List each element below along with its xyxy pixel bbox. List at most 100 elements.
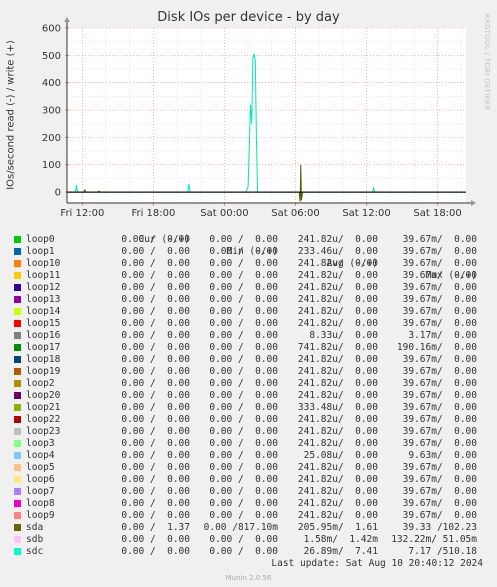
x-tick-label: Sat 12:00 <box>342 208 390 219</box>
legend-cur-value: 0.00 / 0.00 <box>121 246 190 257</box>
legend-avg-value: 241.82u/ 0.00 <box>297 474 378 485</box>
legend-swatch <box>14 476 21 483</box>
y-tick-label: 400 <box>42 78 61 89</box>
legend-row-loop15: loop15 0.00 / 0.00 0.00 / 0.00 241.82u/ 0.0… <box>12 318 487 330</box>
legend-row-loop18: loop18 0.00 / 0.00 0.00 / 0.00 241.82u/ 0.0… <box>12 354 487 366</box>
y-tick-label: 200 <box>42 133 61 144</box>
legend-swatch <box>14 536 21 543</box>
legend-row-loop14: loop14 0.00 / 0.00 0.00 / 0.00 241.82u/ 0.0… <box>12 306 487 318</box>
legend-cur-value: 0.00 / 0.00 <box>121 402 190 413</box>
legend-cur-value: 0.00 / 0.00 <box>121 330 190 341</box>
y-tick-label: 600 <box>42 24 61 35</box>
legend-row-loop2: loop2 0.00 / 0.00 0.00 / 0.00 241.82u/ 0.00… <box>12 378 487 390</box>
legend-swatch <box>14 332 21 339</box>
legend-cur-value: 0.00 / 0.00 <box>121 474 190 485</box>
legend-cur-value: 0.00 / 0.00 <box>121 462 190 473</box>
legend-min-value: 0.00 / 0.00 <box>209 510 278 521</box>
legend-swatch <box>14 524 21 531</box>
legend-device-name: loop19 <box>26 366 61 377</box>
legend-avg-value: 26.89m/ 7.41 <box>303 546 378 557</box>
legend-device-name: loop16 <box>26 330 61 341</box>
legend-avg-value: 205.95m/ 1.61 <box>297 522 378 533</box>
legend-max-value: 39.67m/ 0.00 <box>402 246 477 257</box>
legend-min-value: 0.00 / 0.00 <box>209 378 278 389</box>
legend-row-loop13: loop13 0.00 / 0.00 0.00 / 0.00 241.82u/ 0.0… <box>12 294 487 306</box>
legend-swatch <box>14 452 21 459</box>
legend-device-name: loop1 <box>26 246 55 257</box>
legend-max-value: 39.67m/ 0.00 <box>402 282 477 293</box>
legend-swatch <box>14 272 21 279</box>
legend-min-value: 0.00 / 0.00 <box>209 402 278 413</box>
legend-max-value: 39.67m/ 0.00 <box>402 258 477 269</box>
legend-row-loop7: loop7 0.00 / 0.00 0.00 / 0.00 241.82u/ 0.00… <box>12 486 487 498</box>
legend-device-name: loop11 <box>26 270 61 281</box>
legend-min-value: 0.00 / 0.00 <box>209 366 278 377</box>
legend-min-value: 0.00 / 0.00 <box>209 318 278 329</box>
legend-device-name: sdb <box>26 534 44 545</box>
legend-max-value: 9.63m/ 0.00 <box>408 450 477 461</box>
legend-cur-value: 0.00 / 0.00 <box>121 258 190 269</box>
legend-device-name: loop18 <box>26 354 61 365</box>
x-tick-label: Sat 18:00 <box>413 208 461 219</box>
legend-swatch <box>14 440 21 447</box>
legend-max-value: 7.17 /510.18 <box>408 546 477 557</box>
legend-row-loop17: loop17 0.00 / 0.00 0.00 / 0.00 741.82u/ 0.0… <box>12 342 487 354</box>
legend-avg-value: 241.82u/ 0.00 <box>297 438 378 449</box>
legend-max-value: 39.67m/ 0.00 <box>402 366 477 377</box>
legend-avg-value: 241.82u/ 0.00 <box>297 378 378 389</box>
plot-area <box>67 28 466 203</box>
munin-version: Munin 2.0.56 <box>225 574 272 582</box>
legend-avg-value: 241.82u/ 0.00 <box>297 234 378 245</box>
legend-min-value: 0.00 / 0.00 <box>209 330 278 341</box>
x-tick-label: Fri 12:00 <box>60 208 104 219</box>
legend-avg-value: 241.82u/ 0.00 <box>297 306 378 317</box>
legend-max-value: 190.16m/ 0.00 <box>396 342 477 353</box>
legend-min-value: 0.00 / 0.00 <box>209 474 278 485</box>
legend-swatch <box>14 248 21 255</box>
legend-avg-value: 333.48u/ 0.00 <box>297 402 378 413</box>
y-tick-label: 100 <box>42 160 61 171</box>
legend-min-value: 0.00 / 0.00 <box>209 414 278 425</box>
legend-cur-value: 0.00 / 0.00 <box>121 354 190 365</box>
legend-avg-value: 241.82u/ 0.00 <box>297 486 378 497</box>
legend-row-loop12: loop12 0.00 / 0.00 0.00 / 0.00 241.82u/ 0.0… <box>12 282 487 294</box>
legend-row-loop0: loop0 0.00 / 0.00 0.00 / 0.00 241.82u/ 0.00… <box>12 234 487 246</box>
legend-cur-value: 0.00 / 0.00 <box>121 306 190 317</box>
legend-device-name: sda <box>26 522 44 533</box>
legend-cur-value: 0.00 / 0.00 <box>121 294 190 305</box>
disk-io-chart: 600 500 400 300 200 100 0 Fri 12:00 Fri 18:00 Sat… <box>42 17 476 219</box>
legend-avg-value: 241.82u/ 0.00 <box>297 426 378 437</box>
legend-max-value: 39.67m/ 0.00 <box>402 318 477 329</box>
legend-min-value: 0.00 / 0.00 <box>209 426 278 437</box>
legend-min-value: 0.00 / 0.00 <box>209 258 278 269</box>
legend-avg-value: 241.82u/ 0.00 <box>297 294 378 305</box>
legend-avg-value: 241.82u/ 0.00 <box>297 354 378 365</box>
legend-max-value: 3.17m/ 0.00 <box>408 330 477 341</box>
legend-swatch <box>14 284 21 291</box>
legend-row-loop6: loop6 0.00 / 0.00 0.00 / 0.00 241.82u/ 0.00… <box>12 474 487 486</box>
legend-max-value: 39.67m/ 0.00 <box>402 294 477 305</box>
legend-row-loop22: loop22 0.00 / 0.00 0.00 / 0.00 241.82u/ 0.0… <box>12 414 487 426</box>
legend-avg-value: 241.82u/ 0.00 <box>297 318 378 329</box>
legend-device-name: loop22 <box>26 414 61 425</box>
legend-cur-value: 0.00 / 0.00 <box>121 486 190 497</box>
legend-device-name: loop7 <box>26 486 55 497</box>
y-tick-label: 500 <box>42 51 61 62</box>
legend-avg-value: 241.82u/ 0.00 <box>297 282 378 293</box>
y-axis-arrow <box>64 17 70 22</box>
legend-cur-value: 0.00 / 0.00 <box>121 450 190 461</box>
legend-row-loop11: loop11 0.00 / 0.00 0.00 / 0.00 241.82u/ 0.0… <box>12 270 487 282</box>
legend-swatch <box>14 392 21 399</box>
legend-swatch <box>14 356 21 363</box>
legend-avg-value: 233.46u/ 0.00 <box>297 246 378 257</box>
legend-device-name: loop9 <box>26 510 55 521</box>
legend-swatch <box>14 428 21 435</box>
legend-max-value: 39.67m/ 0.00 <box>402 414 477 425</box>
legend-cur-value: 0.00 / 0.00 <box>121 414 190 425</box>
legend-cur-value: 0.00 / 0.00 <box>121 426 190 437</box>
legend-swatch <box>14 380 21 387</box>
legend-cur-value: 0.00 / 1.37 <box>121 522 190 533</box>
legend-device-name: sdc <box>26 546 44 557</box>
legend-max-value: 39.67m/ 0.00 <box>402 390 477 401</box>
legend-max-value: 132.22m/ 51.05m <box>391 534 477 545</box>
